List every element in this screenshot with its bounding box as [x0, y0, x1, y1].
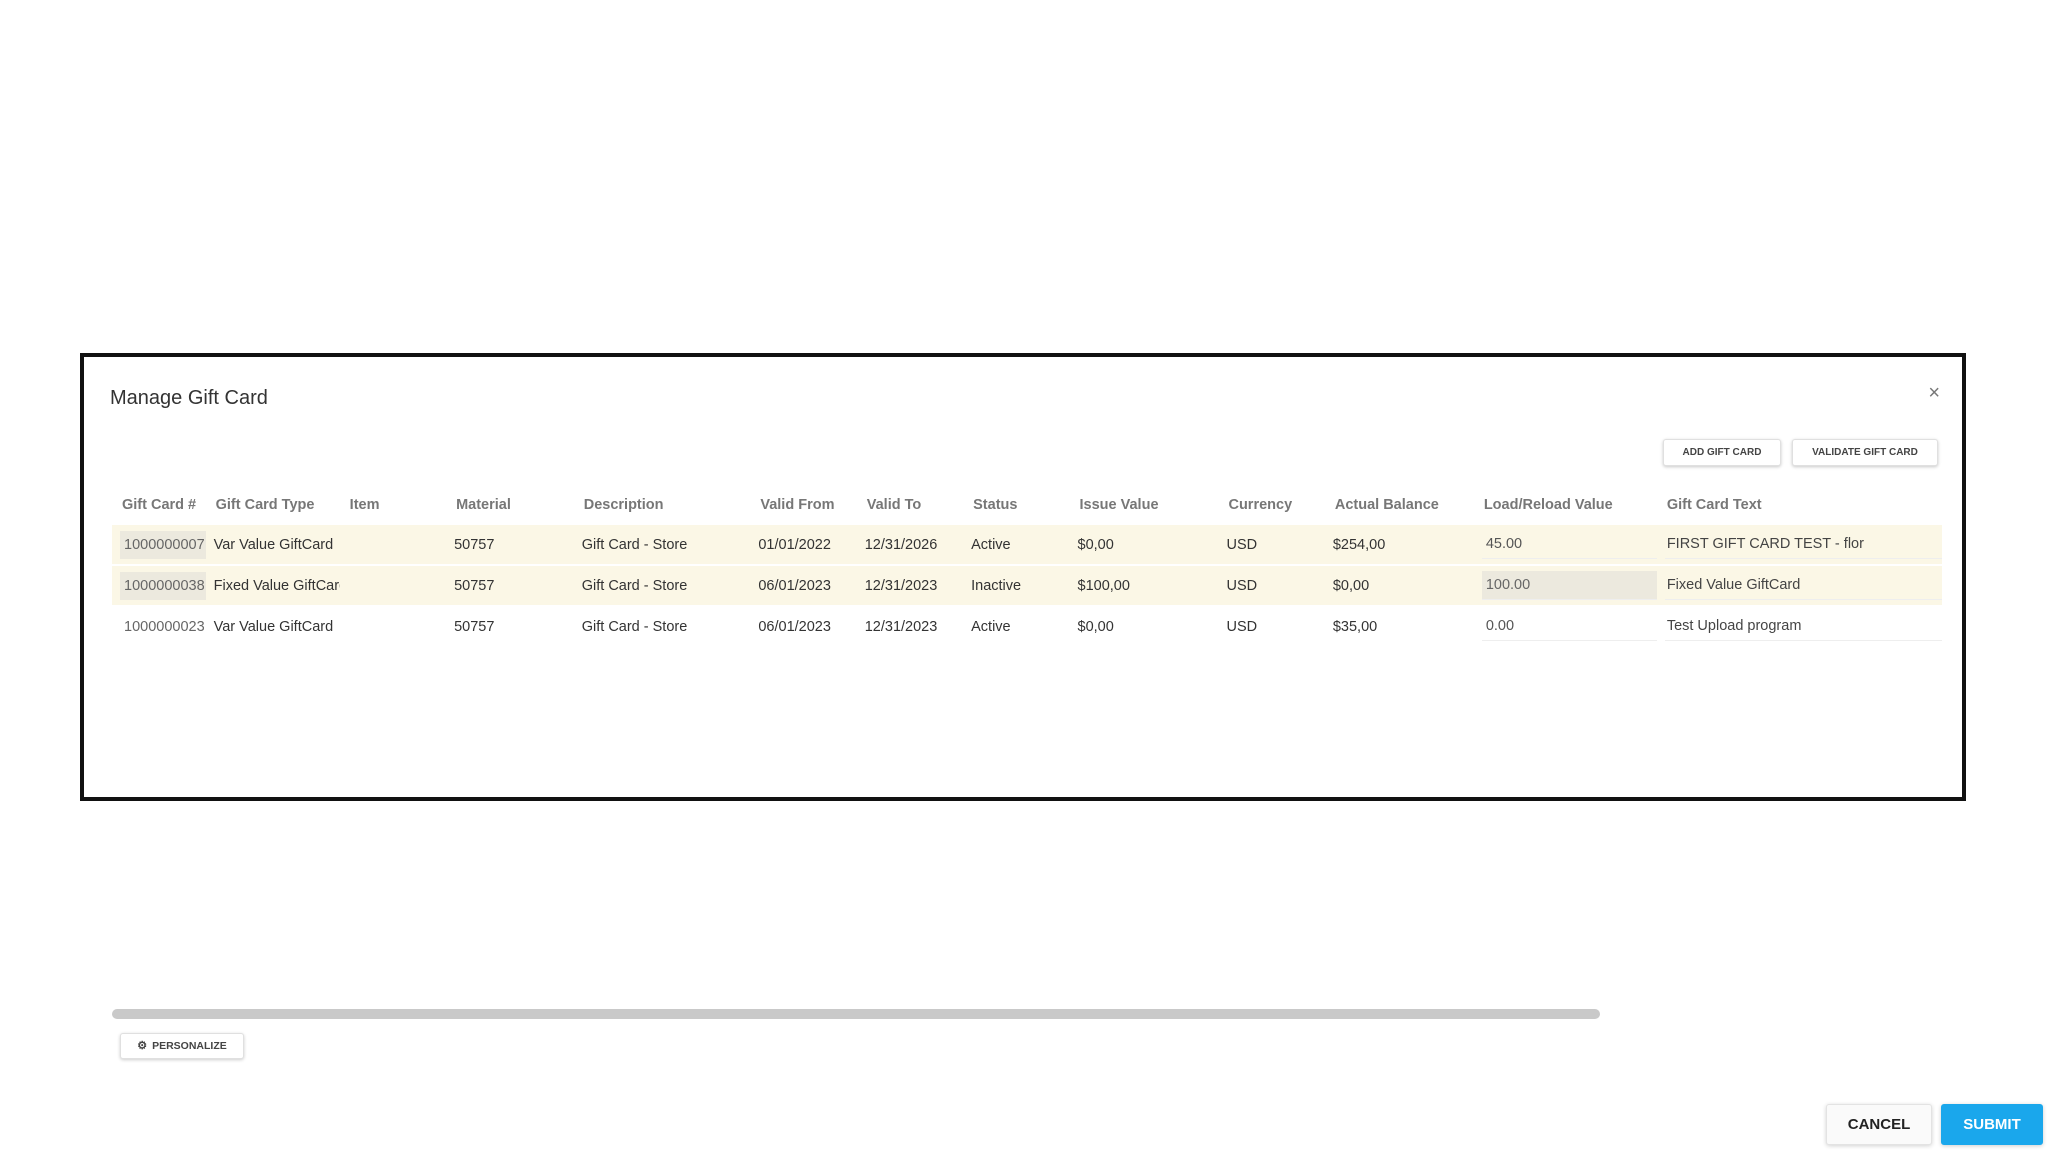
add-gift-card-button[interactable]: ADD GIFT CARD: [1663, 439, 1781, 466]
gift-card-number-cell[interactable]: 1000000007: [120, 530, 206, 559]
description-cell: Gift Card - Store: [573, 525, 751, 566]
submit-button[interactable]: SUBMIT: [1941, 1104, 2043, 1145]
valid-to-cell: 12/31/2023: [856, 565, 964, 607]
col-header-valid-to[interactable]: Valid To: [857, 485, 963, 525]
col-header-currency[interactable]: Currency: [1218, 485, 1324, 525]
col-header-valid-from[interactable]: Valid From: [750, 485, 856, 525]
personalize-label: PERSONALIZE: [152, 1040, 227, 1052]
item-cell: [339, 525, 447, 566]
valid-from-cell: 06/01/2023: [750, 606, 857, 648]
gear-icon: ⚙: [137, 1039, 148, 1052]
table-row[interactable]: 1000000023 Var Value GiftCard 50757 Gift…: [112, 606, 1942, 648]
col-header-description[interactable]: Description: [574, 485, 751, 525]
item-cell: [339, 606, 447, 648]
status-cell: Active: [963, 606, 1070, 648]
top-actions: ADD GIFT CARD VALIDATE GIFT CARD: [1663, 439, 1938, 466]
col-header-item[interactable]: Item: [340, 485, 446, 525]
gift-card-type-cell: Fixed Value GiftCard: [205, 565, 340, 607]
gift-card-type-cell: Var Value GiftCard: [205, 606, 340, 648]
table-row[interactable]: 1000000038 Fixed Value GiftCard 50757 Gi…: [112, 565, 1942, 607]
personalize-button[interactable]: ⚙ PERSONALIZE: [120, 1033, 244, 1059]
status-cell: Inactive: [963, 565, 1070, 607]
gift-card-text-input[interactable]: Fixed Value GiftCard: [1664, 571, 1942, 600]
col-header-status[interactable]: Status: [963, 485, 1069, 525]
material-cell: 50757: [446, 606, 574, 648]
status-cell: Active: [963, 525, 1070, 566]
load-reload-input[interactable]: 100.00: [1481, 571, 1657, 600]
valid-from-cell: 01/01/2022: [750, 525, 857, 566]
description-cell: Gift Card - Store: [573, 565, 751, 607]
valid-to-cell: 12/31/2026: [856, 525, 964, 566]
issue-value-cell: $100,00: [1069, 565, 1219, 607]
actual-balance-cell: $35,00: [1324, 606, 1474, 648]
currency-cell: USD: [1218, 525, 1325, 566]
currency-cell: USD: [1218, 606, 1325, 648]
col-header-actual-balance[interactable]: Actual Balance: [1325, 485, 1474, 525]
col-header-gift-card-text[interactable]: Gift Card Text: [1657, 485, 1942, 525]
table-row[interactable]: 1000000007 Var Value GiftCard 50757 Gift…: [112, 525, 1942, 566]
validate-gift-card-button[interactable]: VALIDATE GIFT CARD: [1792, 439, 1938, 466]
valid-to-cell: 12/31/2023: [856, 606, 964, 648]
gift-card-text-input[interactable]: Test Upload program: [1664, 612, 1942, 641]
dialog-title: Manage Gift Card: [110, 387, 268, 409]
load-reload-input[interactable]: 45.00: [1481, 530, 1657, 559]
col-header-issue-value[interactable]: Issue Value: [1070, 485, 1219, 525]
gift-card-number-cell[interactable]: 1000000023: [120, 613, 206, 641]
table-header-row: Gift Card # Gift Card Type Item Material…: [112, 485, 1942, 525]
load-reload-input[interactable]: 0.00: [1481, 612, 1657, 641]
material-cell: 50757: [446, 525, 574, 566]
cancel-button[interactable]: CANCEL: [1826, 1104, 1932, 1145]
col-header-gift-card-type[interactable]: Gift Card Type: [206, 485, 340, 525]
col-header-material[interactable]: Material: [446, 485, 574, 525]
gift-card-type-cell: Var Value GiftCard: [205, 525, 340, 566]
col-header-gift-card-no[interactable]: Gift Card #: [112, 485, 206, 525]
actual-balance-cell: $0,00: [1324, 565, 1474, 607]
close-icon[interactable]: ×: [1928, 383, 1940, 403]
manage-gift-card-dialog: Manage Gift Card × ADD GIFT CARD VALIDAT…: [80, 353, 2043, 1145]
issue-value-cell: $0,00: [1069, 525, 1219, 566]
gift-card-number-cell[interactable]: 1000000038: [120, 571, 206, 600]
horizontal-scrollbar[interactable]: [112, 1009, 1600, 1019]
valid-from-cell: 06/01/2023: [750, 565, 857, 607]
issue-value-cell: $0,00: [1069, 606, 1219, 648]
material-cell: 50757: [446, 565, 574, 607]
col-header-load-reload-value[interactable]: Load/Reload Value: [1474, 485, 1657, 525]
description-cell: Gift Card - Store: [573, 606, 751, 648]
gift-card-text-input[interactable]: FIRST GIFT CARD TEST - flor: [1664, 530, 1942, 559]
gift-card-table-wrap: Gift Card # Gift Card Type Item Material…: [112, 485, 1942, 648]
gift-card-table: Gift Card # Gift Card Type Item Material…: [112, 485, 1942, 648]
item-cell: [339, 565, 447, 607]
actual-balance-cell: $254,00: [1324, 525, 1474, 566]
currency-cell: USD: [1218, 565, 1325, 607]
